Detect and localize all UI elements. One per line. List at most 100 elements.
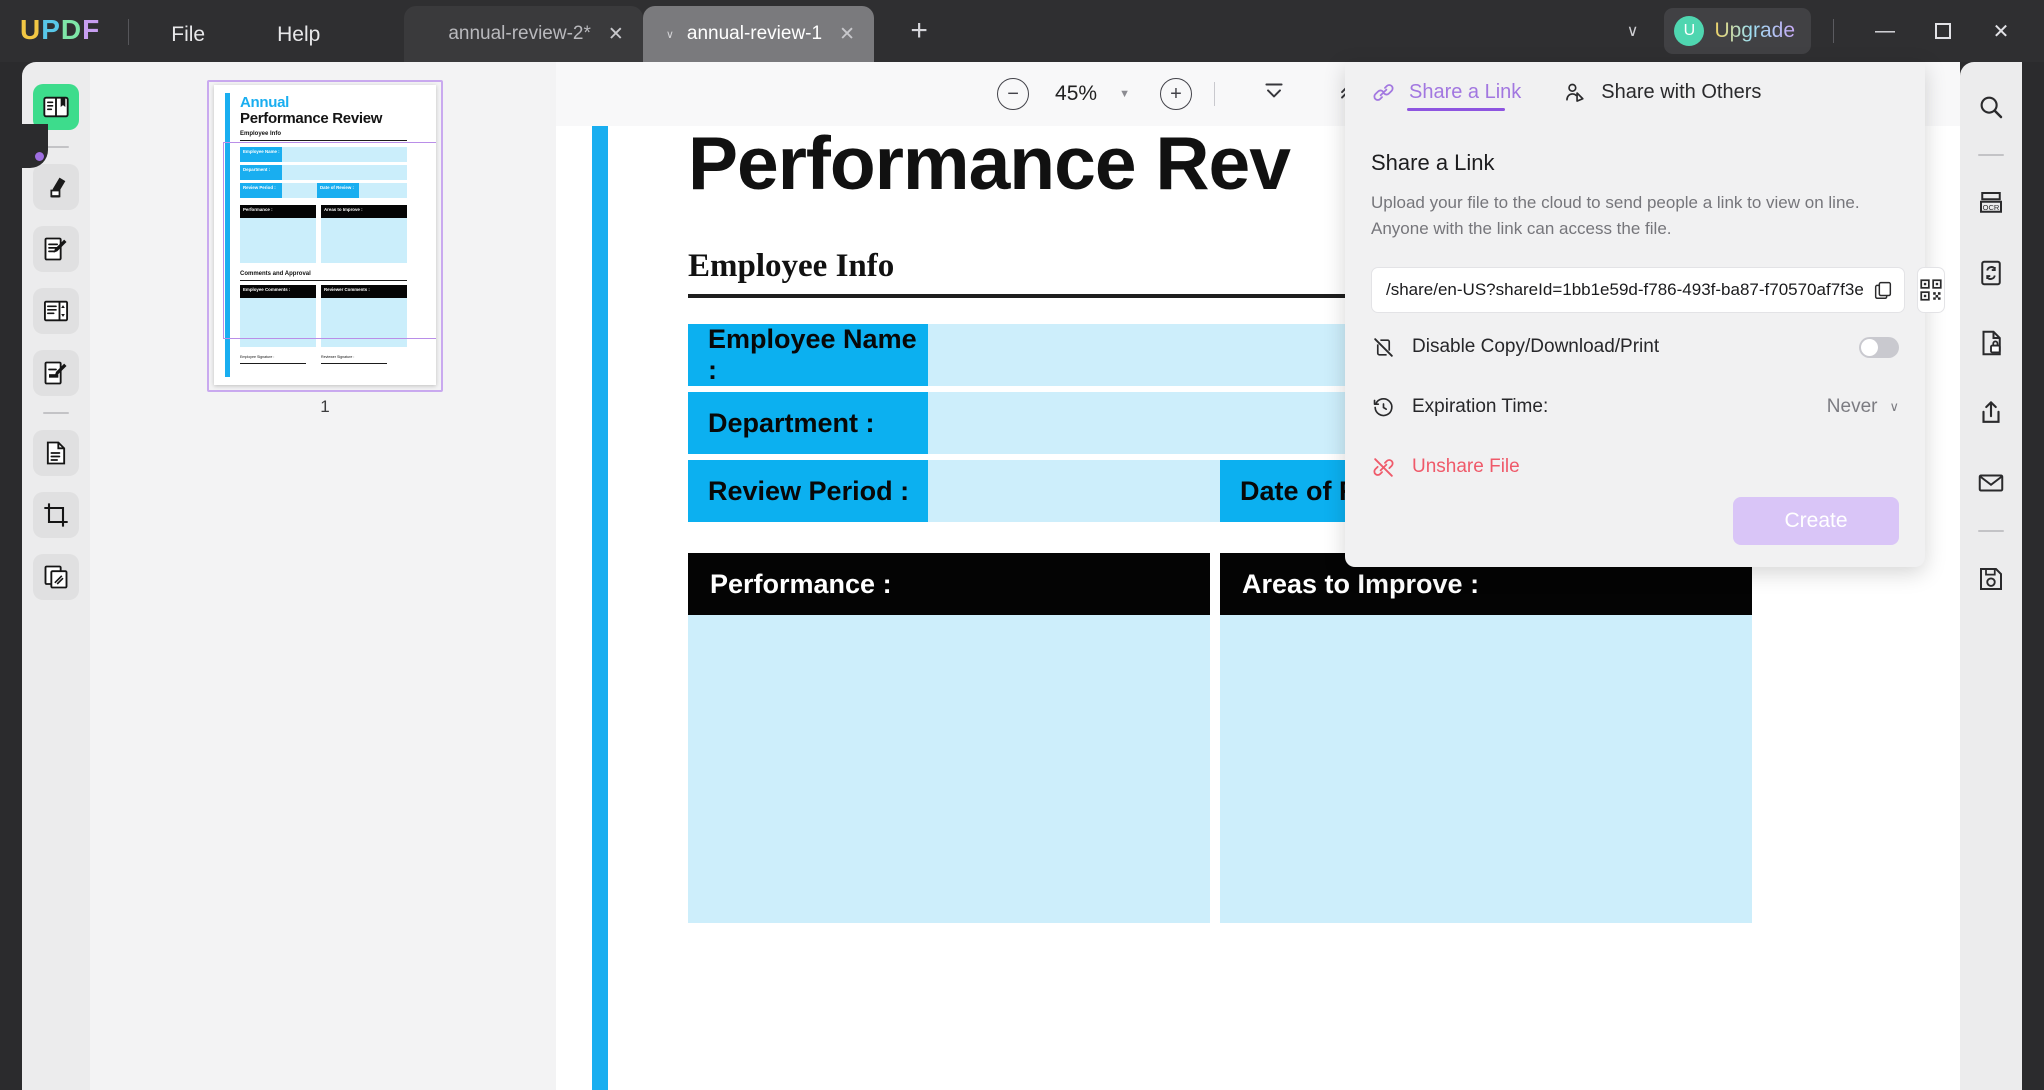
thumb-field-key-date-of-review: Date of Review : xyxy=(317,183,359,198)
reader-icon xyxy=(43,96,69,118)
chevron-down-icon: ∨ xyxy=(1889,399,1899,414)
toggle-knob xyxy=(1861,338,1878,356)
thumbnail-item[interactable]: Annual Performance Review Employee Info … xyxy=(214,85,436,416)
upgrade-button[interactable]: U Upgrade xyxy=(1664,8,1811,54)
thumb-section-employee-info: Employee Info xyxy=(240,131,282,137)
sidebar-item-organize-pages[interactable] xyxy=(33,288,79,334)
chevron-down-icon[interactable]: ∨ xyxy=(1627,21,1639,41)
crop-icon xyxy=(44,503,68,527)
titlebar-separator xyxy=(1833,19,1834,43)
tab-dropdown-icon[interactable]: ∨ xyxy=(659,28,681,41)
save-icon xyxy=(1980,568,2002,590)
share-upload-icon xyxy=(1982,401,2000,423)
document-tab-annual-review-2[interactable]: annual-review-2* ✕ xyxy=(404,6,643,62)
page-thumbnail[interactable]: Annual Performance Review Employee Info … xyxy=(214,85,436,385)
organize-pages-icon xyxy=(43,300,69,322)
menu-help[interactable]: Help xyxy=(263,23,334,47)
tab-close-icon[interactable]: ✕ xyxy=(605,23,627,46)
field-key-employee-name: Employee Name : xyxy=(688,324,928,386)
sidebar-item-protect[interactable] xyxy=(1968,320,2014,366)
minimize-button[interactable]: — xyxy=(1856,0,1914,62)
thumbnail-panel: Annual Performance Review Employee Info … xyxy=(90,62,556,1090)
thumb-signature-reviewer: Reviewer Signature : xyxy=(321,355,355,359)
expiration-select[interactable]: Never ∨ xyxy=(1827,396,1899,418)
sidebar-item-convert[interactable] xyxy=(1968,250,2014,296)
sidebar-item-share[interactable] xyxy=(1968,390,2014,436)
thumb-field-key-employee-name: Employee Name : xyxy=(240,147,282,162)
document-tab-annual-review-1[interactable]: ∨ annual-review-1 ✕ xyxy=(642,6,875,62)
sidebar-item-search[interactable] xyxy=(1968,84,2014,130)
tab-share-with-others[interactable]: Share with Others xyxy=(1563,62,1761,122)
sidebar-item-ocr[interactable]: OCR xyxy=(1968,180,2014,226)
thumb-rule-2 xyxy=(240,280,407,282)
thumb-rule-1 xyxy=(240,140,407,142)
new-tab-button[interactable]: + xyxy=(902,16,936,46)
right-tool-rail: OCR xyxy=(1960,62,2022,1090)
thumb-field-key-review-period: Review Period : xyxy=(240,183,282,198)
share-panel-heading: Share a Link xyxy=(1371,150,1495,175)
page-title: Performance Rev xyxy=(688,126,1291,205)
thumb-field-label: Employee Name : xyxy=(243,149,280,154)
qr-code-icon xyxy=(1920,279,1942,301)
field-key-department: Department : xyxy=(688,392,928,454)
tab-share-a-link[interactable]: Share a Link xyxy=(1371,62,1521,122)
block-label: Areas to Improve : xyxy=(1242,568,1480,599)
thumbnail-page-number: 1 xyxy=(320,397,330,416)
sidebar-item-convert-pdf[interactable] xyxy=(33,430,79,476)
sidebar-item-fill-sign[interactable] xyxy=(33,350,79,396)
zoom-dropdown-caret-icon[interactable]: ▼ xyxy=(1119,88,1130,100)
maximize-button[interactable] xyxy=(1914,0,1972,62)
qr-code-button[interactable] xyxy=(1916,267,1945,313)
sidebar-item-batch[interactable] xyxy=(33,554,79,600)
app-window: U P D F File Help annual-review-2* ✕ ∨ a… xyxy=(0,0,2044,1090)
thumb-signature-line xyxy=(240,363,306,364)
option-disable-copy[interactable]: Disable Copy/Download/Print xyxy=(1371,321,1899,373)
tab-close-icon[interactable]: ✕ xyxy=(836,23,858,46)
person-share-icon xyxy=(1566,83,1584,102)
copy-icon[interactable] xyxy=(1872,279,1894,301)
sidebar-item-comment[interactable] xyxy=(33,164,79,210)
expiration-value: Never xyxy=(1826,396,1878,417)
svg-text:OCR: OCR xyxy=(1983,203,2000,212)
thumb-block-head-performance: Performance : xyxy=(240,205,316,218)
right-rail-divider-2 xyxy=(1978,530,2004,532)
option-expiration-time[interactable]: Expiration Time: Never ∨ xyxy=(1371,381,1899,433)
zoom-level-value: 45% xyxy=(1055,82,1098,105)
maximize-icon xyxy=(1935,23,1951,39)
zoom-out-button[interactable]: − xyxy=(997,78,1030,110)
sidebar-item-edit-pdf[interactable] xyxy=(33,226,79,272)
sidebar-item-save[interactable] xyxy=(1968,556,2014,602)
titlebar-divider xyxy=(128,19,130,45)
logo-letter-u: U xyxy=(20,14,42,45)
share-panel-footer: Create xyxy=(1345,497,1925,545)
sidebar-item-email[interactable] xyxy=(1968,460,2014,506)
option-control xyxy=(1859,336,1899,358)
tab-active-underline xyxy=(1407,108,1505,111)
close-window-button[interactable]: ✕ xyxy=(1972,0,2030,62)
sidebar-item-crop[interactable] xyxy=(33,492,79,538)
block-label: Performance : xyxy=(710,568,892,599)
share-panel-description: Upload your file to the cloud to send pe… xyxy=(1371,193,1860,238)
rail-divider-2 xyxy=(43,412,69,414)
option-unshare-file[interactable]: Unshare File xyxy=(1371,441,1899,493)
thumb-block-label: Performance : xyxy=(243,207,273,212)
field-label: Employee Name : xyxy=(708,324,917,385)
menu-file[interactable]: File xyxy=(157,23,219,47)
thumb-field-key-department: Department : xyxy=(240,165,282,180)
thumb-block-head-reviewer-comments: Reviewer Comments : xyxy=(321,285,407,298)
titlebar-right-controls: ∨ U Upgrade — ✕ xyxy=(1627,0,2044,62)
page-accent-bar xyxy=(592,126,608,1090)
updf-logo: U P D F xyxy=(20,14,100,46)
option-label: Disable Copy/Download/Print xyxy=(1412,336,1660,357)
disable-copy-toggle[interactable] xyxy=(1859,336,1899,358)
share-link-input[interactable]: /share/en-US?shareId=1bb1e59d-f786-493f-… xyxy=(1371,267,1905,313)
zoom-in-button[interactable]: + xyxy=(1159,78,1192,110)
create-button[interactable]: Create xyxy=(1733,497,1899,545)
tab-label: Share a Link xyxy=(1409,80,1522,103)
first-page-button[interactable] xyxy=(1261,78,1287,110)
field-label: Department : xyxy=(708,407,875,438)
field-label: Review Period : xyxy=(708,475,910,506)
share-link-row: /share/en-US?shareId=1bb1e59d-f786-493f-… xyxy=(1371,267,1945,313)
thumb-field-label: Review Period : xyxy=(243,185,276,190)
toolbar-divider xyxy=(1213,82,1215,106)
